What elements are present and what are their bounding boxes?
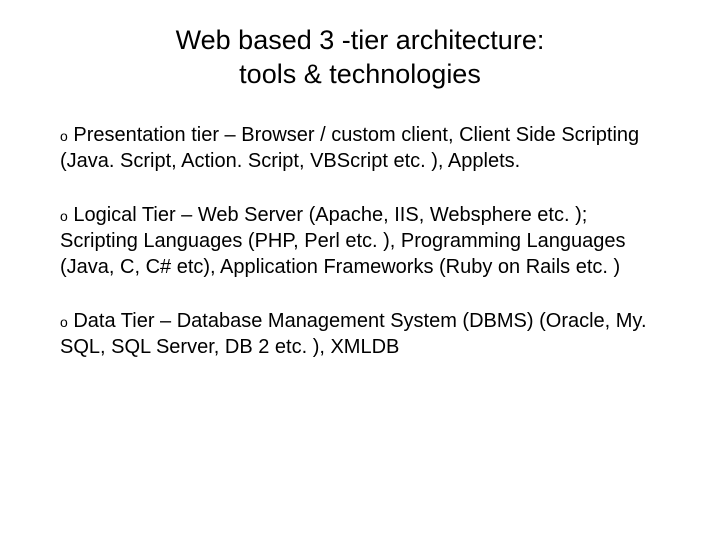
- bullet-text: Presentation tier – Browser / custom cli…: [60, 124, 639, 172]
- bullet-marker: o: [60, 128, 68, 144]
- bullet-item: o Logical Tier – Web Server (Apache, IIS…: [60, 202, 660, 280]
- bullet-text: Data Tier – Database Management System (…: [60, 310, 647, 358]
- bullet-list: o Presentation tier – Browser / custom c…: [50, 122, 670, 360]
- bullet-marker: o: [60, 208, 68, 224]
- bullet-item: o Presentation tier – Browser / custom c…: [60, 122, 660, 174]
- bullet-marker: o: [60, 314, 68, 330]
- slide-title: Web based 3 -tier architecture: tools & …: [50, 24, 670, 92]
- bullet-text: Logical Tier – Web Server (Apache, IIS, …: [60, 204, 626, 278]
- title-line-2: tools & technologies: [239, 59, 481, 89]
- bullet-item: o Data Tier – Database Management System…: [60, 308, 660, 360]
- title-line-1: Web based 3 -tier architecture:: [176, 25, 545, 55]
